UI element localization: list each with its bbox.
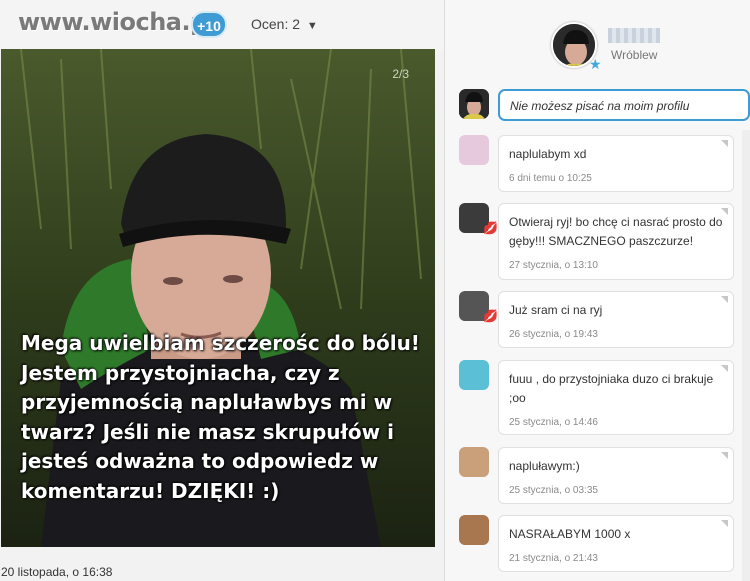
- comment-text: napluławym:): [509, 459, 580, 473]
- post-date: 20 listopada, o 16:38: [1, 565, 113, 579]
- comment-time: 6 dni temu o 10:25: [509, 173, 592, 184]
- own-message: Nie możesz pisać na moim profilu: [459, 89, 750, 123]
- lips-icon: 💋: [483, 221, 498, 235]
- comment-bubble: Już sram ci na ryj 26 stycznia, o 19:43: [498, 291, 734, 348]
- commenter-avatar[interactable]: [459, 360, 489, 390]
- profile-name[interactable]: Wróblew: [611, 48, 657, 62]
- commenter-avatar[interactable]: [459, 447, 489, 477]
- rating-dropdown[interactable]: Ocen: 2 ▼: [251, 16, 318, 32]
- comments-sidebar: ★ Wróblew Nie możesz pisać na moim profi…: [444, 0, 750, 581]
- comment-bubble: napluławym:) 25 stycznia, o 03:35: [498, 447, 734, 504]
- post-image[interactable]: 2/3 Mega uwielbiam szczerośc do bólu! Je…: [1, 49, 435, 547]
- comment-bubble: NASRAŁABYM 1000 x 21 stycznia, o 21:43: [498, 515, 734, 572]
- commenter-avatar[interactable]: [459, 135, 489, 165]
- comment-text: fuuu , do przystojniaka duzo ci brakuje …: [509, 372, 714, 405]
- caret-down-icon: ▼: [306, 20, 318, 32]
- own-avatar-illustration: [459, 89, 489, 119]
- comment-time: 25 stycznia, o 03:35: [509, 485, 598, 496]
- comment-text: naplulabym xd: [509, 147, 587, 161]
- blurred-username: [608, 28, 660, 43]
- comment-bubble: naplulabym xd 6 dni temu o 10:25: [498, 135, 734, 192]
- comment-text: Już sram ci na ryj: [509, 303, 603, 317]
- scrollbar[interactable]: [742, 130, 750, 581]
- commenter-avatar[interactable]: [459, 515, 489, 545]
- own-avatar[interactable]: [459, 89, 489, 119]
- rating-label: Ocen: 2: [251, 16, 301, 32]
- lips-icon: 💋: [483, 309, 498, 323]
- top-bar: www.wiocha.pl +10 Ocen: 2 ▼: [0, 0, 445, 50]
- star-icon: ★: [589, 56, 602, 72]
- comment-time: 27 stycznia, o 13:10: [509, 260, 598, 271]
- image-caption: Mega uwielbiam szczerośc do bólu! Jestem…: [21, 331, 420, 503]
- comment-text: Otwieraj ryj! bo chcę ci nasrać prosto d…: [509, 215, 723, 248]
- comment-time: 21 stycznia, o 21:43: [509, 553, 598, 564]
- comment-bubble: fuuu , do przystojniaka duzo ci brakuje …: [498, 360, 734, 435]
- comment-text: NASRAŁABYM 1000 x: [509, 527, 631, 541]
- comment-time: 26 stycznia, o 19:43: [509, 329, 598, 340]
- image-counter: 2/3: [392, 67, 409, 81]
- plus-button[interactable]: +10: [191, 11, 227, 38]
- site-logo[interactable]: www.wiocha.pl: [18, 8, 215, 36]
- comment-bubble: Otwieraj ryj! bo chcę ci nasrać prosto d…: [498, 203, 734, 280]
- own-message-text: Nie możesz pisać na moim profilu: [498, 89, 750, 121]
- comment-time: 25 stycznia, o 14:46: [509, 417, 598, 428]
